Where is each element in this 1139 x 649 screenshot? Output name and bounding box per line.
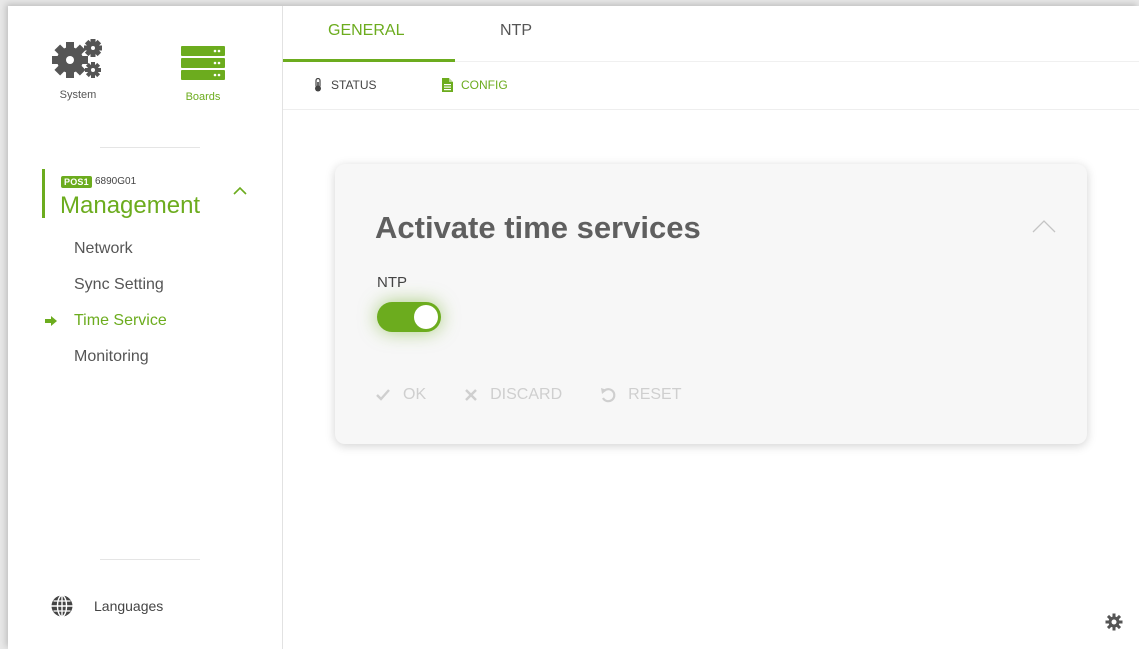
boards-icon <box>181 46 225 80</box>
reset-button[interactable]: RESET <box>600 386 681 404</box>
divider <box>100 559 200 560</box>
ok-label: OK <box>403 386 427 403</box>
discard-button[interactable]: DISCARD <box>464 386 562 404</box>
ok-button[interactable]: OK <box>375 386 426 404</box>
time-services-card: Activate time services NTP OK DISCARD RE… <box>335 164 1087 444</box>
chevron-up-icon[interactable] <box>1031 218 1057 234</box>
languages-button[interactable]: Languages <box>50 594 163 618</box>
gears-icon <box>52 39 102 78</box>
top-tabs: GENERAL NTP <box>283 6 1139 62</box>
discard-label: DISCARD <box>490 386 563 403</box>
card-title: Activate time services <box>375 210 701 245</box>
check-icon <box>376 389 390 401</box>
arrow-right-icon <box>45 316 57 326</box>
document-icon <box>442 78 453 92</box>
tab-status-label: STATUS <box>331 78 377 92</box>
tab-ntp[interactable]: NTP <box>500 22 532 40</box>
pos-badge: POS1 <box>61 176 92 188</box>
sidebar-item-monitoring[interactable]: Monitoring <box>74 348 149 366</box>
ntp-toggle[interactable] <box>377 302 441 332</box>
sidebar-item-sync-setting[interactable]: Sync Setting <box>74 276 164 294</box>
nav-system[interactable]: System <box>48 36 108 101</box>
tab-config[interactable]: CONFIG <box>442 78 508 92</box>
tab-config-label: CONFIG <box>461 78 508 92</box>
thermometer-icon <box>315 78 321 92</box>
ntp-label: NTP <box>377 274 407 291</box>
nav-boards[interactable]: Boards <box>173 44 233 103</box>
divider <box>100 147 200 148</box>
pos-code: 6890G01 <box>95 176 137 187</box>
undo-icon <box>601 388 616 403</box>
toggle-knob <box>414 305 438 329</box>
app-frame: System Boards POS1 6890G01 Management Ne… <box>8 6 1139 649</box>
reset-label: RESET <box>628 386 682 403</box>
settings-icon[interactable] <box>1105 613 1123 631</box>
nav-system-label: System <box>59 89 97 101</box>
section-indicator <box>42 169 45 218</box>
tab-status[interactable]: STATUS <box>313 78 377 92</box>
close-icon <box>465 389 477 401</box>
nav-boards-label: Boards <box>185 91 221 103</box>
chevron-up-icon[interactable] <box>231 184 249 196</box>
tab-general[interactable]: GENERAL <box>328 22 404 40</box>
sidebar-item-network[interactable]: Network <box>74 240 133 258</box>
sub-tabs: STATUS CONFIG <box>283 62 1139 166</box>
section-title[interactable]: Management <box>60 192 200 220</box>
sidebar-item-time-service[interactable]: Time Service <box>74 312 167 330</box>
sidebar: System Boards POS1 6890G01 Management Ne… <box>8 6 283 649</box>
card-actions: OK DISCARD RESET <box>375 386 719 404</box>
main-content: GENERAL NTP STATUS CONFIG Activate time … <box>283 6 1139 649</box>
languages-label: Languages <box>94 598 164 614</box>
globe-icon <box>51 594 73 618</box>
